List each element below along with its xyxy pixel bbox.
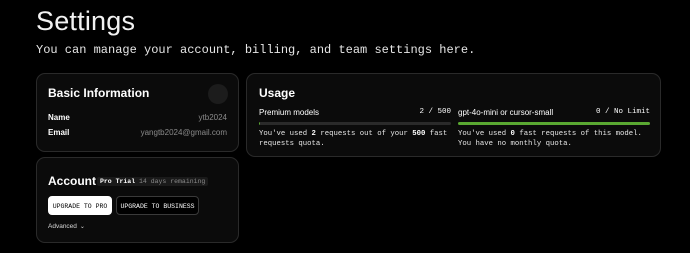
- page-title: Settings: [36, 6, 136, 36]
- settings-page: Settings You can manage your account, bi…: [0, 0, 690, 253]
- mini-models-progress-bar: [458, 122, 650, 125]
- premium-models-progress-bar: [259, 122, 451, 125]
- plan-name: Pro Trial: [100, 178, 136, 185]
- page-subtitle: You can manage your account, billing, an…: [36, 43, 476, 57]
- premium-models-count: 2 / 500: [419, 108, 451, 116]
- advanced-toggle[interactable]: Advanced ⌄: [48, 223, 85, 230]
- premium-models-name: Premium models: [259, 108, 320, 117]
- premium-desc-prefix: You've used: [259, 130, 312, 138]
- account-title: Account: [48, 174, 96, 188]
- usage-card: Usage Premium models 2 / 500 You've used…: [246, 73, 661, 157]
- usage-title: Usage: [259, 86, 296, 100]
- account-card: Account Pro Trial 14 days remaining UPGR…: [36, 157, 239, 243]
- basic-information-title: Basic Information: [48, 86, 150, 100]
- basic-information-card: Basic Information Name ytb2024 Email yan…: [36, 73, 239, 152]
- premium-desc-quota: 500: [412, 130, 426, 138]
- email-value: yangtb2024@gmail.com: [140, 128, 227, 137]
- premium-models-progress-fill: [259, 122, 260, 125]
- premium-desc-middle: requests out of your: [315, 130, 413, 138]
- email-label: Email: [48, 128, 70, 137]
- upgrade-to-business-button[interactable]: UPGRADE TO BUSINESS: [116, 196, 199, 215]
- premium-models-description: You've used 2 requests out of your 500 f…: [259, 129, 459, 149]
- mini-models-progress-fill: [458, 122, 650, 125]
- chevron-down-icon: ⌄: [79, 224, 85, 230]
- mini-models-name: gpt-4o-mini or cursor-small: [458, 108, 554, 117]
- mini-models-description: You've used 0 fast requests of this mode…: [458, 129, 658, 149]
- name-label: Name: [48, 113, 70, 122]
- plan-badge: Pro Trial 14 days remaining: [97, 177, 209, 186]
- mini-desc-prefix: You've used: [458, 130, 511, 138]
- mini-models-count: 0 / No Limit: [595, 108, 650, 116]
- trial-remaining: 14 days remaining: [139, 178, 206, 185]
- advanced-label: Advanced: [48, 223, 77, 230]
- upgrade-to-pro-button[interactable]: UPGRADE TO PRO: [48, 196, 112, 215]
- name-value: ytb2024: [198, 113, 227, 122]
- avatar[interactable]: [208, 84, 228, 104]
